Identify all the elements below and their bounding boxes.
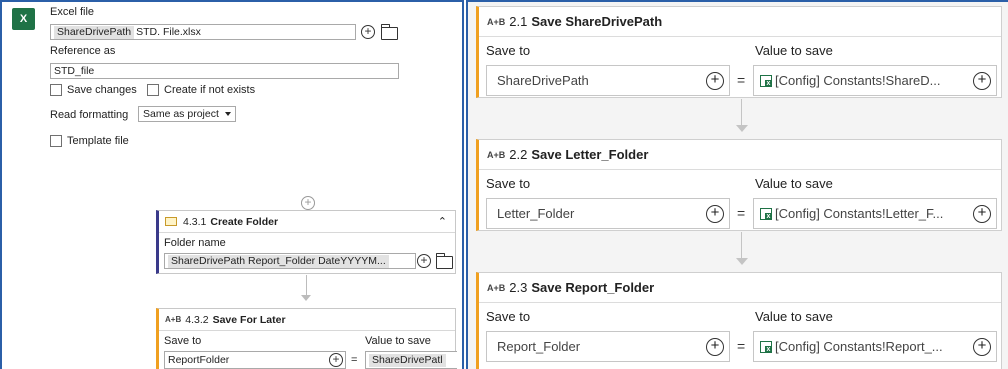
save-for-later-title: Save For Later xyxy=(212,313,286,326)
chevron-down-icon xyxy=(224,112,231,116)
add-circle-icon[interactable]: + xyxy=(706,205,724,223)
assign-card-letter-folder[interactable]: A+B 2.2 Save Letter_Folder Save to Value… xyxy=(476,139,1002,231)
flow-arrow-icon xyxy=(736,258,748,265)
assign-title: Save Letter_Folder xyxy=(531,147,649,162)
assign-number: 2.3 xyxy=(509,280,528,295)
reference-label: Reference as xyxy=(50,45,116,57)
save-to-input[interactable]: ReportFolder xyxy=(164,351,346,369)
value-input[interactable]: [Config] Constants!Letter_F... xyxy=(753,198,997,229)
file-suffix-text: STD. File.xlsx xyxy=(136,26,201,38)
create-if-not-exists-checkbox[interactable] xyxy=(147,84,159,96)
value-input[interactable]: [Config] Constants!ShareD... xyxy=(753,65,997,96)
folder-icon[interactable] xyxy=(381,24,398,40)
template-file-checkbox[interactable] xyxy=(50,135,62,147)
assign-header: A+B 2.1 Save ShareDrivePath xyxy=(479,7,1001,37)
flow-connector xyxy=(741,232,742,258)
flow-arrow-icon xyxy=(301,295,311,301)
value-input[interactable]: ShareDrivePatl xyxy=(365,351,457,369)
save-to-input[interactable]: Report_Folder xyxy=(486,331,730,362)
folder-create-icon xyxy=(165,217,177,226)
template-file-label: Template file xyxy=(67,135,129,147)
folder-name-label: Folder name xyxy=(164,237,226,249)
read-formatting-label: Read formatting xyxy=(50,109,129,121)
assign-card-report-folder[interactable]: A+B 2.3 Save Report_Folder Save to Value… xyxy=(476,272,1002,369)
add-circle-icon[interactable]: + xyxy=(973,205,991,223)
flow-connector xyxy=(741,99,742,125)
add-circle-icon[interactable]: + xyxy=(417,254,431,268)
save-for-later-number: 4.3.2 xyxy=(185,313,209,326)
create-folder-card[interactable]: 4.3.1 Create Folder ⌃ Folder name ShareD… xyxy=(156,210,456,274)
add-circle-icon[interactable]: + xyxy=(706,72,724,90)
excel-file-label: Excel file xyxy=(50,6,95,18)
folder-icon[interactable] xyxy=(436,253,453,269)
create-folder-number: 4.3.1 xyxy=(183,215,207,228)
save-to-label: Save to xyxy=(486,176,531,191)
collapse-chevron-icon[interactable]: ⌃ xyxy=(438,215,447,228)
assign-icon: A+B xyxy=(165,315,182,324)
value-to-save-label: Value to save xyxy=(755,309,833,324)
save-for-later-header: A+B 4.3.2 Save For Later xyxy=(159,309,455,331)
assign-icon: A+B xyxy=(487,149,506,160)
file-path-chip: ShareDrivePath xyxy=(54,25,135,39)
assign-icon: A+B xyxy=(487,282,506,293)
reference-value: STD_file xyxy=(54,65,95,77)
read-formatting-value: Same as project xyxy=(143,108,219,120)
add-circle-icon[interactable]: + xyxy=(706,338,724,356)
assign-title: Save Report_Folder xyxy=(531,280,655,295)
save-to-value: ShareDrivePath xyxy=(497,73,589,88)
excel-mini-icon xyxy=(760,74,772,87)
flow-connector xyxy=(306,275,307,295)
left-designer-panel: X Excel file ShareDrivePath STD. File.xl… xyxy=(0,0,464,369)
value-to-save-label: Value to save xyxy=(755,43,833,58)
value-input[interactable]: [Config] Constants!Report_... xyxy=(753,331,997,362)
excel-file-input[interactable]: ShareDrivePath STD. File.xlsx xyxy=(50,24,356,40)
value-text: [Config] Constants!Letter_F... xyxy=(775,206,944,221)
save-to-label: Save to xyxy=(164,335,202,347)
save-to-value: Report_Folder xyxy=(497,339,581,354)
value-to-save-label: Value to save xyxy=(755,176,833,191)
assign-number: 2.2 xyxy=(509,147,528,162)
save-to-input[interactable]: Letter_Folder xyxy=(486,198,730,229)
excel-mini-icon xyxy=(760,207,772,220)
excel-mini-icon xyxy=(760,340,772,353)
folder-name-chip: ShareDrivePath Report_Folder DateYYYYM..… xyxy=(168,254,389,268)
add-circle-icon[interactable]: + xyxy=(329,353,343,367)
create-if-not-exists-label: Create if not exists xyxy=(164,84,256,96)
save-to-label: Save to xyxy=(486,43,531,58)
assign-header: A+B 2.2 Save Letter_Folder xyxy=(479,140,1001,170)
read-formatting-dropdown[interactable]: Same as project xyxy=(138,106,236,122)
assign-number: 2.1 xyxy=(509,14,528,29)
save-to-value: ReportFolder xyxy=(168,354,230,366)
save-to-input[interactable]: ShareDrivePath xyxy=(486,65,730,96)
equals-sign: = xyxy=(737,205,746,221)
create-folder-title: Create Folder xyxy=(210,215,279,228)
right-designer-panel: A+B 2.1 Save ShareDrivePath Save to Valu… xyxy=(466,0,1008,369)
save-changes-label: Save changes xyxy=(67,84,137,96)
reference-input[interactable]: STD_file xyxy=(50,63,399,79)
save-changes-checkbox[interactable] xyxy=(50,84,62,96)
add-circle-icon[interactable]: + xyxy=(973,72,991,90)
value-text: [Config] Constants!ShareD... xyxy=(775,73,941,88)
value-chip: ShareDrivePatl xyxy=(369,353,446,367)
equals-sign: = xyxy=(351,354,358,366)
add-circle-icon[interactable]: + xyxy=(973,338,991,356)
create-folder-header: 4.3.1 Create Folder ⌃ xyxy=(159,211,455,233)
equals-sign: = xyxy=(737,72,746,88)
save-for-later-card[interactable]: A+B 4.3.2 Save For Later Save to Value t… xyxy=(156,308,457,369)
assign-title: Save ShareDrivePath xyxy=(531,14,663,29)
assign-header: A+B 2.3 Save Report_Folder xyxy=(479,273,1001,303)
value-to-save-label: Value to save xyxy=(365,335,431,347)
assign-card-share-drive-path[interactable]: A+B 2.1 Save ShareDrivePath Save to Valu… xyxy=(476,6,1002,98)
value-text: [Config] Constants!Report_... xyxy=(775,339,943,354)
excel-icon: X xyxy=(12,8,35,30)
assign-icon: A+B xyxy=(487,16,506,27)
add-activity-icon[interactable]: + xyxy=(301,196,315,210)
folder-name-input[interactable]: ShareDrivePath Report_Folder DateYYYYM..… xyxy=(164,253,416,269)
equals-sign: = xyxy=(737,338,746,354)
add-circle-icon[interactable]: + xyxy=(361,25,375,39)
save-to-value: Letter_Folder xyxy=(497,206,575,221)
flow-arrow-icon xyxy=(736,125,748,132)
save-to-label: Save to xyxy=(486,309,531,324)
